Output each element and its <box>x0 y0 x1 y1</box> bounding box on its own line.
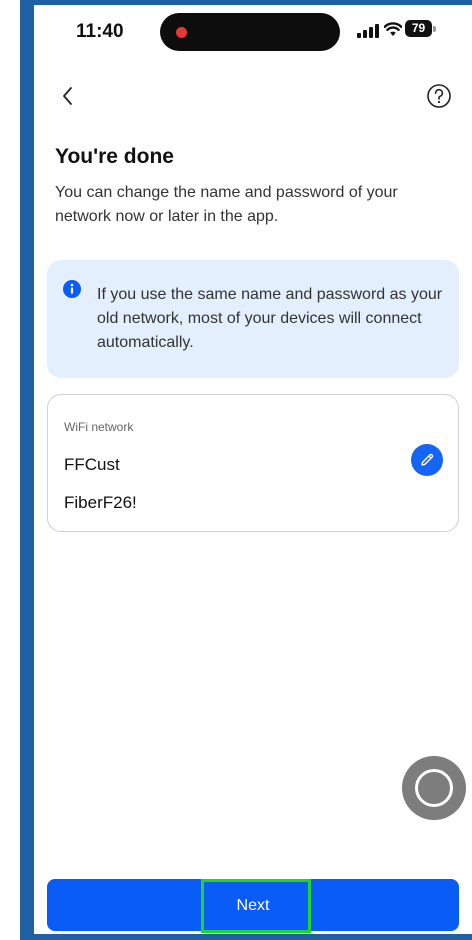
phone-screen: 11:40 79 You're done You can change the … <box>34 5 472 934</box>
device-border-bottom <box>20 934 472 940</box>
battery-cap <box>433 26 436 32</box>
dynamic-island <box>160 13 340 51</box>
pencil-icon <box>421 453 434 466</box>
app-frame: 11:40 79 You're done You can change the … <box>0 0 472 940</box>
recording-indicator-icon <box>176 27 187 38</box>
wifi-network-name: FFCust <box>64 455 120 474</box>
wifi-network-password: FiberF26! <box>64 493 137 512</box>
wifi-network-card: WiFi network FFCust FiberF26! <box>47 394 459 532</box>
edit-network-button[interactable] <box>411 444 443 476</box>
battery-icon: 79 <box>405 20 432 37</box>
chevron-left-icon <box>63 87 72 105</box>
back-button[interactable] <box>58 83 78 109</box>
next-button-label: Next <box>236 897 270 914</box>
status-bar: 11:40 79 <box>34 5 472 55</box>
info-banner-text: If you use the same name and password as… <box>97 286 443 351</box>
page-subtitle: You can change the name and password of … <box>55 184 398 225</box>
question-circle-icon <box>427 84 451 108</box>
assistive-touch-button[interactable] <box>402 756 466 820</box>
status-time: 11:40 <box>76 21 124 42</box>
cellular-signal-icon <box>357 24 379 38</box>
next-button[interactable]: Next <box>47 879 459 933</box>
page-title: You're done <box>55 145 174 168</box>
help-button[interactable] <box>426 83 452 109</box>
info-banner: If you use the same name and password as… <box>47 260 459 378</box>
device-border-left <box>20 0 34 940</box>
info-icon <box>63 280 81 298</box>
wifi-card-label: WiFi network <box>64 420 134 434</box>
wifi-icon <box>384 22 402 36</box>
